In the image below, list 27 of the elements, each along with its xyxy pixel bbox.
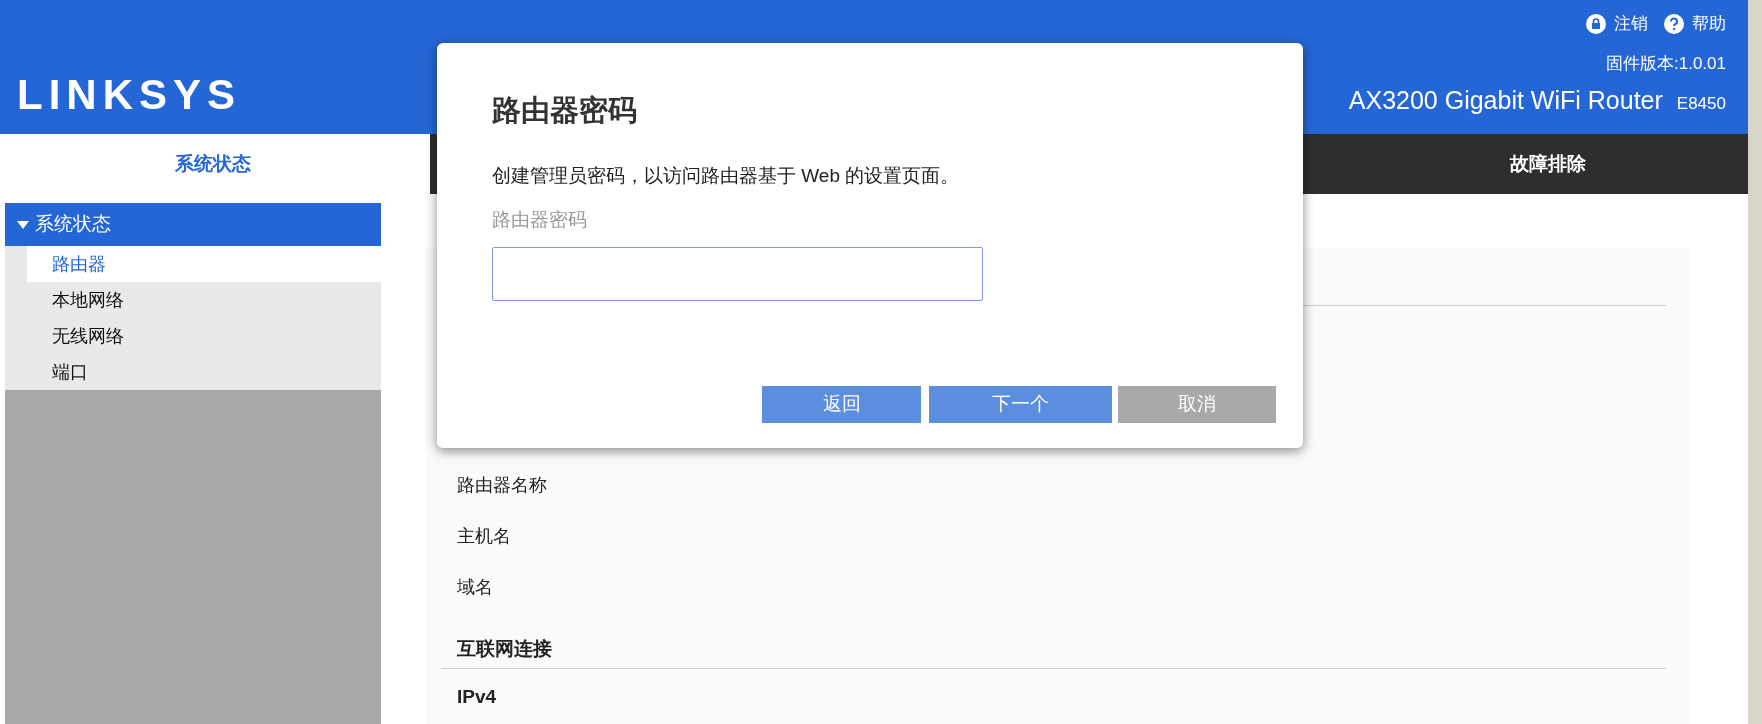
dialog-title: 路由器密码 bbox=[492, 93, 638, 128]
field-label: 域名 bbox=[456, 576, 494, 599]
header-link[interactable]: 帮助 bbox=[1664, 11, 1726, 37]
dialog-button[interactable]: 下一个 bbox=[929, 386, 1112, 423]
sidebar-item[interactable]: 本地网络 bbox=[27, 282, 381, 318]
logo: LINKSYS bbox=[17, 74, 242, 116]
sidebar-tab[interactable]: 系统状态 bbox=[0, 134, 426, 194]
field-label: 路由器密码 bbox=[492, 208, 588, 233]
scrollbar[interactable] bbox=[1748, 0, 1762, 724]
sidebar-item[interactable]: 端口 bbox=[27, 354, 381, 390]
header-link[interactable]: 注销 bbox=[1586, 11, 1648, 37]
dialog-button[interactable]: 返回 bbox=[762, 386, 921, 423]
sidebar-item[interactable]: 无线网络 bbox=[27, 318, 381, 354]
dialog-description: 创建管理员密码，以访问路由器基于 Web 的设置页面。 bbox=[492, 163, 961, 188]
field-label: 主机名 bbox=[456, 525, 512, 548]
password-field[interactable] bbox=[492, 246, 983, 301]
nav-tab[interactable]: 故障排除 bbox=[1348, 134, 1748, 194]
product-name: AX3200 Gigabit WiFi Router bbox=[1348, 85, 1663, 116]
subsection-heading: IPv4 bbox=[456, 684, 498, 709]
sidebar-section-header[interactable]: 系统状态 bbox=[5, 203, 381, 246]
sidebar-item[interactable]: 路由器 bbox=[27, 246, 381, 282]
field-label: 路由器名称 bbox=[456, 474, 548, 497]
section-heading: 互联网连接 bbox=[441, 635, 1666, 669]
help-icon bbox=[1664, 13, 1684, 34]
model-number: E8450 bbox=[1676, 93, 1726, 115]
lock-icon bbox=[1586, 13, 1606, 34]
firmware-version: 固件版本:1.0.01 bbox=[1606, 52, 1726, 75]
